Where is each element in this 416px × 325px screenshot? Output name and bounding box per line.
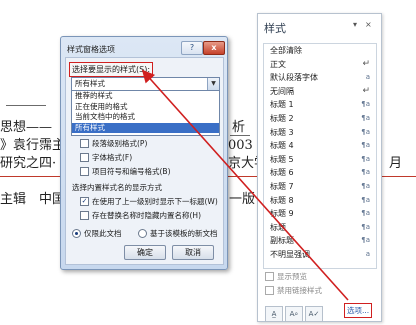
show-preview-option[interactable]: 显示预览: [265, 271, 307, 282]
style-item[interactable]: 默认段落字体 a: [264, 71, 376, 85]
doc-line-1: 思想——: [0, 120, 53, 135]
style-item[interactable]: 标题 9 ¶a: [264, 207, 376, 221]
style-item[interactable]: 标题 ¶a: [264, 221, 376, 235]
bullet-format-option[interactable]: 项目符号和编号格式(B): [80, 166, 171, 177]
select-styles-label: 选择要显示的样式(S):: [69, 62, 154, 77]
style-item[interactable]: 标题 4 ¶a: [264, 139, 376, 153]
dropdown-value: 所有样式: [75, 79, 105, 88]
radio-this-document-label: 仅限此文档: [84, 229, 122, 238]
close-icon[interactable]: ×: [365, 20, 372, 29]
chevron-down-icon[interactable]: ▼: [207, 78, 219, 90]
styles-dropdown-list: 推荐的样式 正在使用的格式 当前文档中的格式 所有样式: [71, 90, 220, 136]
bullet-format-label: 项目符号和编号格式(B): [92, 167, 171, 176]
show-preview-label: 显示预览: [277, 272, 307, 281]
style-item[interactable]: 标题 2 ¶a: [264, 112, 376, 126]
checkbox-icon[interactable]: [80, 153, 89, 162]
builtin-names-section-label: 选择内置样式名的显示方式: [72, 183, 162, 192]
checkbox-icon[interactable]: [80, 139, 89, 148]
doc-line-1-right: 析: [232, 120, 246, 135]
paragraph-format-option[interactable]: 段落级别格式(P): [80, 138, 147, 149]
doc-line-4: 主辑 中国: [0, 192, 66, 207]
show-next-heading-option[interactable]: ✓ 在使用了上一级别时显示下一标题(W): [80, 196, 218, 207]
new-style-icon[interactable]: A̲: [265, 306, 283, 322]
paragraph-format-label: 段落级别格式(P): [92, 139, 148, 148]
style-item[interactable]: 标题 6 ¶a: [264, 166, 376, 180]
styles-pane: 样式 ▾ × 全部清除 正文 ↵ 默认段落字体 a 无间隔 ↵ 标题 1 ¶a 标题 2…: [257, 13, 382, 322]
cancel-button[interactable]: 取消: [172, 245, 214, 260]
font-format-label: 字体格式(F): [92, 153, 133, 162]
style-item[interactable]: 全部清除: [264, 44, 376, 58]
checkbox-icon[interactable]: [80, 211, 89, 220]
manage-styles-icon[interactable]: A✓: [305, 306, 323, 322]
dropdown-option-all[interactable]: 所有样式: [72, 122, 219, 133]
dialog-body: 选择要显示的样式(S): 所有样式 ▼ 推荐的样式 正在使用的格式 当前文档中的…: [65, 57, 224, 265]
style-item[interactable]: 副标题 ¶a: [264, 234, 376, 248]
close-button[interactable]: x: [203, 41, 225, 55]
hide-builtin-name-label: 存在替换名称时隐藏内置名称(H): [92, 211, 201, 220]
style-item[interactable]: 标题 8 ¶a: [264, 194, 376, 208]
ok-button[interactable]: 确定: [124, 245, 166, 260]
radio-new-documents[interactable]: 基于该模板的新文档: [138, 228, 218, 239]
options-link[interactable]: 选项...: [344, 303, 373, 318]
checkbox-icon[interactable]: [265, 272, 274, 281]
style-item[interactable]: 无间隔 ↵: [264, 85, 376, 99]
hide-builtin-name-option[interactable]: 存在替换名称时隐藏内置名称(H): [80, 210, 201, 221]
style-list: 全部清除 正文 ↵ 默认段落字体 a 无间隔 ↵ 标题 1 ¶a 标题 2 ¶a 标题 3…: [263, 43, 377, 269]
radio-icon[interactable]: [138, 229, 147, 238]
styles-pane-title: 样式: [264, 22, 286, 35]
disable-linked-styles-option[interactable]: 禁用链接样式: [265, 285, 322, 296]
doc-line-4-right: 一版: [229, 192, 256, 207]
checkbox-icon[interactable]: [80, 167, 89, 176]
style-item[interactable]: 标题 3 ¶a: [264, 126, 376, 140]
doc-rule-right: [230, 135, 250, 136]
checkbox-icon[interactable]: [265, 286, 274, 295]
radio-new-documents-label: 基于该模板的新文档: [150, 229, 218, 238]
radio-this-document[interactable]: 仅限此文档: [72, 228, 122, 239]
style-item[interactable]: 标题 1 ¶a: [264, 98, 376, 112]
style-inspector-icon[interactable]: A⌕: [285, 306, 303, 322]
dropdown-option-in-use[interactable]: 正在使用的格式: [72, 102, 219, 113]
checkbox-checked-icon[interactable]: ✓: [80, 197, 89, 206]
style-item[interactable]: 标题 7 ¶a: [264, 180, 376, 194]
style-item[interactable]: 标题 5 ¶a: [264, 153, 376, 167]
show-next-heading-label: 在使用了上一级别时显示下一标题(W): [92, 197, 218, 206]
pane-menu-dropdown[interactable]: ▾: [353, 20, 357, 29]
doc-rule-top: [6, 105, 46, 106]
doc-line-2: 》袁行霈主: [0, 138, 66, 153]
style-pane-options-dialog: 样式窗格选项 ? x 选择要显示的样式(S): 所有样式 ▼ 推荐的样式 正在使…: [60, 36, 228, 270]
dropdown-option-in-document[interactable]: 当前文档中的格式: [72, 112, 219, 123]
doc-line-3-far: 月: [389, 156, 403, 171]
dropdown-option-recommended[interactable]: 推荐的样式: [72, 91, 219, 102]
disable-linked-styles-label: 禁用链接样式: [277, 286, 322, 295]
dialog-title: 样式窗格选项: [67, 45, 115, 54]
radio-selected-icon[interactable]: [72, 229, 81, 238]
style-item[interactable]: 不明显强调 a: [264, 248, 376, 262]
styles-dropdown[interactable]: 所有样式 ▼: [71, 77, 220, 91]
font-format-option[interactable]: 字体格式(F): [80, 152, 132, 163]
style-item[interactable]: 正文 ↵: [264, 58, 376, 72]
doc-line-3: 研究之四·: [0, 156, 57, 171]
help-button[interactable]: ?: [181, 41, 203, 55]
